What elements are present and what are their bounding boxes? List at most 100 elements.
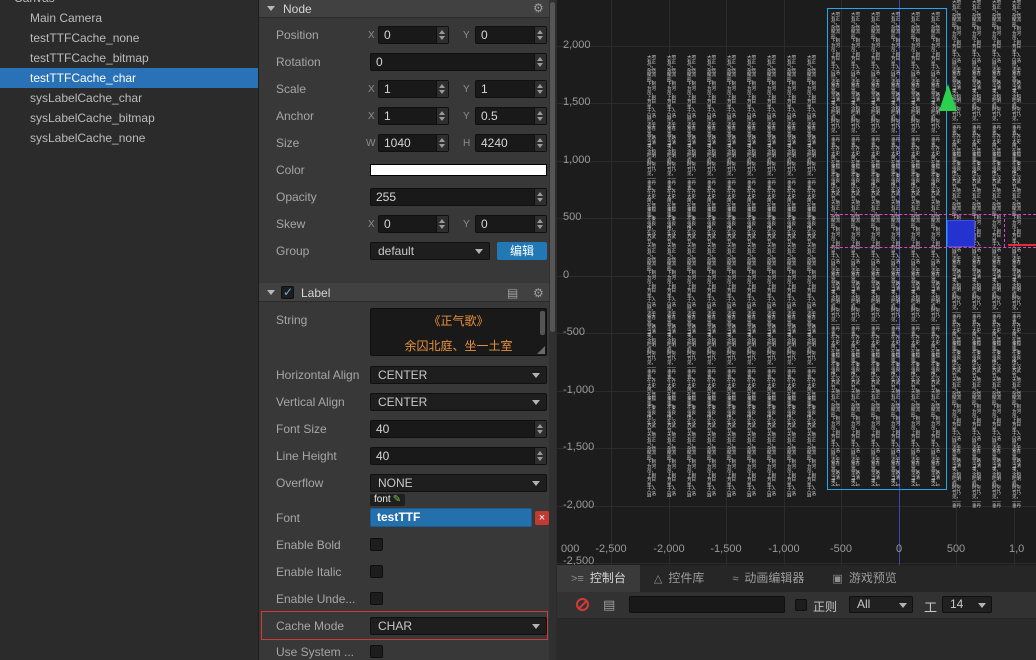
stepper-icon[interactable] xyxy=(436,108,448,124)
inspector-panel: Node ⚙ Position X 0 Y 0 Rotation 0 xyxy=(259,0,556,660)
ruler-label: 000 xyxy=(561,543,579,555)
font-tag-text: font xyxy=(374,494,391,505)
textarea-scrollbar[interactable] xyxy=(540,311,545,335)
regex-checkbox[interactable] xyxy=(795,599,807,611)
axis-w-label: W xyxy=(366,138,375,149)
vertical-align-dropdown[interactable]: CENTER xyxy=(370,393,547,411)
use-system-label: Use System ... xyxy=(276,645,354,659)
position-x-input[interactable]: 0 xyxy=(378,26,449,44)
stepper-icon[interactable] xyxy=(534,448,546,464)
anchor-row: Anchor X 1 Y 0.5 xyxy=(259,103,550,129)
stepper-icon[interactable] xyxy=(534,108,546,124)
hierarchy-node[interactable]: sysLabelCache_none xyxy=(0,128,259,148)
stepper-icon[interactable] xyxy=(436,216,448,232)
skew-x-input[interactable]: 0 xyxy=(378,215,449,233)
size-h-input[interactable]: 4240 xyxy=(475,134,547,152)
use-system-checkbox[interactable] xyxy=(370,645,383,658)
enable-italic-checkbox[interactable] xyxy=(370,565,383,578)
scale-x-input[interactable]: 1 xyxy=(378,80,449,98)
overflow-dropdown[interactable]: NONE xyxy=(370,474,547,492)
enable-bold-row: Enable Bold xyxy=(259,532,550,558)
rendered-text-block: 天地有正气，杂然赋流形。下则为河岳，上则为日星。于人曰浩然，沛乎塞苍冥。皇路当清… xyxy=(647,55,823,497)
log-filter-dropdown[interactable]: All xyxy=(849,596,913,613)
stepper-icon[interactable] xyxy=(534,135,546,151)
ruler-label: -2,000 xyxy=(653,543,684,555)
gear-icon[interactable]: ⚙ xyxy=(533,286,544,300)
console-search-input[interactable] xyxy=(629,596,785,613)
cache-mode-dropdown[interactable]: CHAR xyxy=(370,617,547,635)
position-y-input[interactable]: 0 xyxy=(475,26,547,44)
stepper-icon[interactable] xyxy=(534,216,546,232)
label-enabled-checkbox[interactable] xyxy=(281,286,294,299)
hierarchy-node[interactable]: sysLabelCache_char xyxy=(0,88,259,108)
anchor-guide-line xyxy=(1004,214,1005,247)
collapse-arrow-icon[interactable] xyxy=(267,6,275,11)
preview-icon: ▣ xyxy=(832,573,842,585)
clear-console-icon[interactable] xyxy=(576,598,589,611)
tab-animation-editor[interactable]: ≈动画编辑器 xyxy=(718,565,818,592)
move-gizmo-handle[interactable] xyxy=(947,220,975,247)
stepper-icon[interactable] xyxy=(534,189,546,205)
overflow-label: Overflow xyxy=(276,476,323,490)
scale-y-input[interactable]: 1 xyxy=(475,80,547,98)
horizontal-align-dropdown[interactable]: CENTER xyxy=(370,366,547,384)
move-gizmo-y-arrow[interactable] xyxy=(939,84,957,111)
skew-y-input[interactable]: 0 xyxy=(475,215,547,233)
resize-grip-icon[interactable] xyxy=(537,346,545,354)
hierarchy-node[interactable]: sysLabelCache_bitmap xyxy=(0,108,259,128)
group-edit-button[interactable]: 编辑 xyxy=(497,242,547,260)
stepper-icon[interactable] xyxy=(436,81,448,97)
horizontal-align-label: Horizontal Align xyxy=(276,368,359,382)
font-asset-field[interactable]: testTTF xyxy=(370,508,532,527)
tab-game-preview[interactable]: ▣游戏预览 xyxy=(818,565,910,592)
node-bounding-box[interactable] xyxy=(827,8,947,490)
hierarchy-node-canvas[interactable]: Canvas xyxy=(0,0,259,8)
hierarchy-node[interactable]: testTTFCache_none xyxy=(0,28,259,48)
font-remove-button[interactable]: × xyxy=(535,511,549,525)
font-size-value: 40 xyxy=(371,421,546,437)
tab-console[interactable]: >≡控制台 xyxy=(557,565,640,592)
color-swatch[interactable] xyxy=(370,164,547,176)
axis-y-label: Y xyxy=(463,219,470,230)
console-font-size-dropdown[interactable]: 14 xyxy=(942,596,992,613)
anchor-x-input[interactable]: 1 xyxy=(378,107,449,125)
axis-y-label: Y xyxy=(463,111,470,122)
line-height-value: 40 xyxy=(371,448,546,464)
enable-bold-checkbox[interactable] xyxy=(370,538,383,551)
anchor-y-input[interactable]: 0.5 xyxy=(475,107,547,125)
stepper-icon[interactable] xyxy=(534,81,546,97)
stepper-icon[interactable] xyxy=(534,27,546,43)
gear-icon[interactable]: ⚙ xyxy=(533,1,544,15)
ruler-label: -500 xyxy=(830,543,852,555)
hierarchy-node[interactable]: testTTFCache_bitmap xyxy=(0,48,259,68)
log-file-icon[interactable]: ▤ xyxy=(603,597,615,613)
axis-x-label: X xyxy=(368,219,375,230)
anchor-guide-line xyxy=(830,247,1036,248)
stepper-icon[interactable] xyxy=(534,54,546,70)
enable-underline-checkbox[interactable] xyxy=(370,592,383,605)
line-height-input[interactable]: 40 xyxy=(370,447,547,465)
hierarchy-node-selected[interactable]: testTTFCache_char xyxy=(0,68,259,88)
tab-widget-library[interactable]: △控件库 xyxy=(640,565,718,592)
inspector-scrollbar[interactable] xyxy=(549,0,556,660)
size-w-input[interactable]: 1040 xyxy=(378,134,449,152)
stepper-icon[interactable] xyxy=(436,27,448,43)
axis-x-label: X xyxy=(368,84,375,95)
stepper-icon[interactable] xyxy=(436,135,448,151)
help-doc-icon[interactable]: ▤ xyxy=(507,286,518,300)
enable-underline-label: Enable Unde... xyxy=(276,592,355,606)
group-dropdown[interactable]: default xyxy=(370,242,490,260)
pencil-icon[interactable]: ✎ xyxy=(393,494,401,505)
scene-viewport[interactable]: 天地有正气，杂然赋流形。下则为河岳，上则为日星。于人曰浩然，沛乎塞苍冥。皇路当清… xyxy=(557,0,1036,565)
vertical-align-value: CENTER xyxy=(371,394,546,410)
opacity-input[interactable]: 255 xyxy=(370,188,547,206)
font-size-input[interactable]: 40 xyxy=(370,420,547,438)
string-line2: 余囚北庭、坐一土室 xyxy=(371,334,546,356)
string-textarea[interactable]: 《正气歌》 余囚北庭、坐一土室 xyxy=(370,308,547,356)
hierarchy-node-main-camera[interactable]: Main Camera xyxy=(0,8,259,28)
scrollbar-thumb[interactable] xyxy=(550,2,555,332)
stepper-icon[interactable] xyxy=(534,421,546,437)
collapse-arrow-icon[interactable] xyxy=(267,290,275,295)
ruler-label: 500 xyxy=(563,211,581,223)
rotation-input[interactable]: 0 xyxy=(370,53,547,71)
